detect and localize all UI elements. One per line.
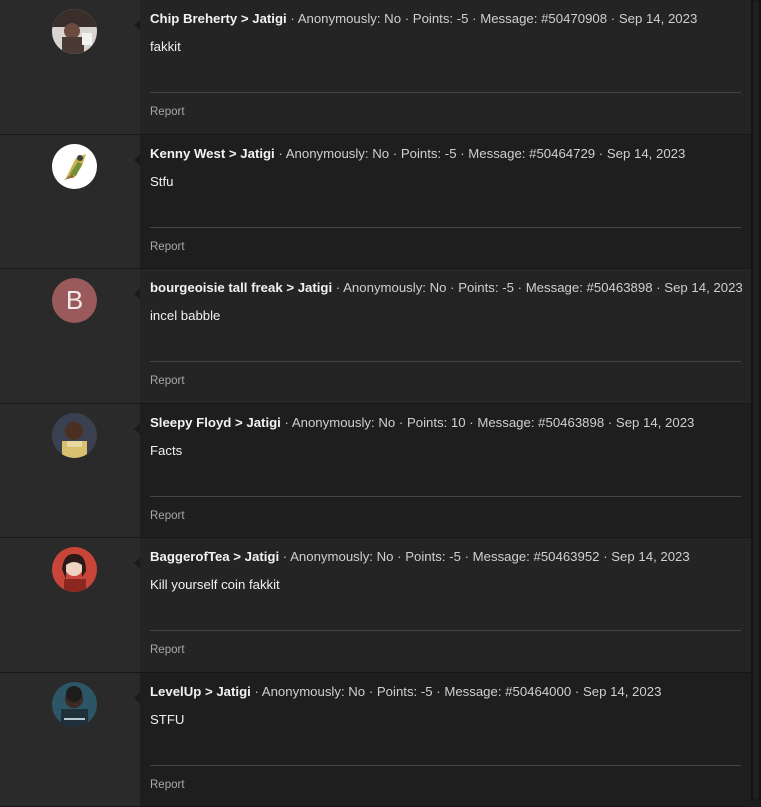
report-link[interactable]: Report	[150, 644, 185, 656]
message-thread: Chip Breherty > Jatigi · Anonymously: No…	[0, 0, 751, 807]
photo-avatar-icon	[52, 547, 97, 592]
divider	[150, 630, 741, 631]
avatar-gutter: B	[0, 269, 140, 403]
message-text: Stfu	[150, 174, 173, 189]
points-value: Points: 10	[407, 415, 466, 430]
user-avatar[interactable]	[52, 9, 97, 54]
letter-avatar: B	[52, 278, 97, 323]
avatar-gutter	[0, 0, 140, 134]
divider	[150, 92, 741, 93]
user-avatar[interactable]: B	[52, 278, 97, 323]
message-text: Kill yourself coin fakkit	[150, 577, 280, 592]
post-date: Sep 14, 2023	[607, 146, 685, 161]
divider	[150, 496, 741, 497]
author-link[interactable]: bourgeoisie tall freak > Jatigi	[150, 280, 332, 295]
message-post: B bourgeoisie tall freak > Jatigi · Anon…	[0, 269, 751, 404]
points-value: Points: -5	[458, 280, 514, 295]
anonymously-status: Anonymously: No	[292, 415, 395, 430]
message-post: Sleepy Floyd > Jatigi · Anonymously: No …	[0, 404, 751, 539]
post-content: BaggerofTea > Jatigi · Anonymously: No ·…	[140, 538, 751, 672]
anonymously-status: Anonymously: No	[262, 684, 365, 699]
post-content: Sleepy Floyd > Jatigi · Anonymously: No …	[140, 404, 751, 538]
scrollbar[interactable]	[751, 0, 761, 800]
photo-avatar-icon	[52, 9, 97, 54]
avatar-gutter	[0, 404, 140, 538]
avatar-gutter	[0, 673, 140, 807]
points-value: Points: -5	[401, 146, 457, 161]
message-id: Message: #50464729	[468, 146, 595, 161]
points-value: Points: -5	[405, 549, 461, 564]
report-link[interactable]: Report	[150, 510, 185, 522]
message-post: LevelUp > Jatigi · Anonymously: No · Poi…	[0, 673, 751, 807]
report-link[interactable]: Report	[150, 779, 185, 791]
post-meta: Chip Breherty > Jatigi · Anonymously: No…	[150, 11, 697, 26]
photo-avatar-icon	[52, 682, 97, 727]
author-link[interactable]: Sleepy Floyd > Jatigi	[150, 415, 281, 430]
author-link[interactable]: Chip Breherty > Jatigi	[150, 11, 287, 26]
message-post: Chip Breherty > Jatigi · Anonymously: No…	[0, 0, 751, 135]
avatar-gutter	[0, 538, 140, 672]
user-avatar[interactable]	[52, 413, 97, 458]
anonymously-status: Anonymously: No	[343, 280, 446, 295]
message-id: Message: #50464000	[444, 684, 571, 699]
post-date: Sep 14, 2023	[664, 280, 742, 295]
post-meta: LevelUp > Jatigi · Anonymously: No · Poi…	[150, 684, 661, 699]
divider	[150, 361, 741, 362]
message-id: Message: #50470908	[480, 11, 607, 26]
anonymously-status: Anonymously: No	[290, 549, 393, 564]
points-value: Points: -5	[413, 11, 469, 26]
anonymously-status: Anonymously: No	[286, 146, 389, 161]
post-meta: BaggerofTea > Jatigi · Anonymously: No ·…	[150, 549, 690, 564]
report-link[interactable]: Report	[150, 106, 185, 118]
user-avatar[interactable]	[52, 682, 97, 727]
user-avatar[interactable]	[52, 144, 97, 189]
post-date: Sep 14, 2023	[583, 684, 661, 699]
message-text: fakkit	[150, 39, 181, 54]
anonymously-status: Anonymously: No	[298, 11, 401, 26]
message-post: Kenny West > Jatigi · Anonymously: No · …	[0, 135, 751, 270]
user-avatar[interactable]	[52, 547, 97, 592]
report-link[interactable]: Report	[150, 241, 185, 253]
avatar-gutter	[0, 135, 140, 269]
message-id: Message: #50463898	[477, 415, 604, 430]
post-date: Sep 14, 2023	[611, 549, 689, 564]
post-meta: Sleepy Floyd > Jatigi · Anonymously: No …	[150, 415, 694, 430]
report-link[interactable]: Report	[150, 375, 185, 387]
illustrated-avatar-icon	[52, 144, 97, 189]
message-id: Message: #50463898	[526, 280, 653, 295]
message-text: STFU	[150, 712, 184, 727]
author-link[interactable]: BaggerofTea > Jatigi	[150, 549, 279, 564]
post-meta: Kenny West > Jatigi · Anonymously: No · …	[150, 146, 685, 161]
post-meta: bourgeoisie tall freak > Jatigi · Anonym…	[150, 280, 743, 295]
post-content: Kenny West > Jatigi · Anonymously: No · …	[140, 135, 751, 269]
author-link[interactable]: Kenny West > Jatigi	[150, 146, 275, 161]
author-link[interactable]: LevelUp > Jatigi	[150, 684, 251, 699]
message-text: incel babble	[150, 308, 220, 323]
points-value: Points: -5	[377, 684, 433, 699]
post-content: LevelUp > Jatigi · Anonymously: No · Poi…	[140, 673, 751, 807]
post-content: bourgeoisie tall freak > Jatigi · Anonym…	[140, 269, 751, 403]
message-id: Message: #50463952	[473, 549, 600, 564]
photo-avatar-icon	[52, 413, 97, 458]
scrollbar-thumb[interactable]	[753, 0, 759, 800]
message-text: Facts	[150, 443, 182, 458]
post-date: Sep 14, 2023	[619, 11, 697, 26]
post-content: Chip Breherty > Jatigi · Anonymously: No…	[140, 0, 751, 134]
post-date: Sep 14, 2023	[616, 415, 694, 430]
message-post: BaggerofTea > Jatigi · Anonymously: No ·…	[0, 538, 751, 673]
divider	[150, 765, 741, 766]
divider	[150, 227, 741, 228]
